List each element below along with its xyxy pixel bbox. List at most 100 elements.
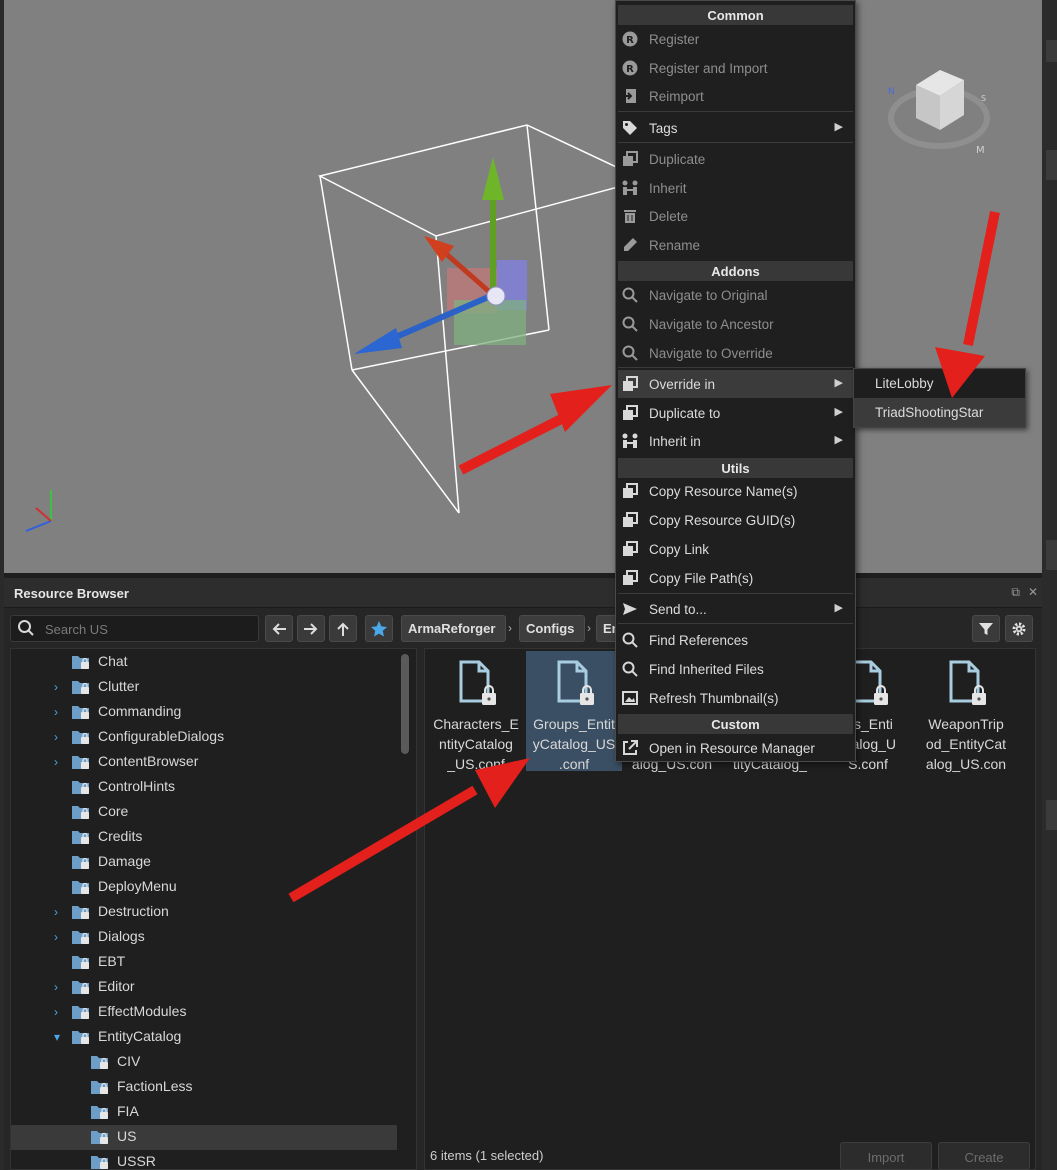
search-input[interactable] bbox=[45, 620, 245, 638]
menu-item-reimport[interactable]: Reimport bbox=[618, 82, 853, 110]
chevron-right-icon[interactable]: › bbox=[54, 1005, 64, 1019]
undock-icon[interactable]: ⧉ bbox=[1011, 585, 1020, 600]
resource-browser-panel: Resource Browser ⧉ ✕ ArmaReforger › Conf… bbox=[4, 578, 1042, 1170]
breadcrumb-armareforger[interactable]: ArmaReforger bbox=[401, 615, 506, 642]
tree-item[interactable]: › Editor bbox=[11, 975, 397, 1000]
menu-item-copy-file-path[interactable]: Copy File Path(s) bbox=[618, 564, 853, 592]
filter-button[interactable] bbox=[972, 615, 1000, 642]
menu-item-register[interactable]: R Register bbox=[618, 25, 853, 53]
menu-item-navigate-override[interactable]: Navigate to Override bbox=[618, 339, 853, 367]
forward-button[interactable] bbox=[297, 615, 325, 642]
menu-item-copy-resource-name[interactable]: Copy Resource Name(s) bbox=[618, 477, 853, 505]
tree-item[interactable]: › ConfigurableDialogs bbox=[11, 725, 397, 750]
menu-item-open-resource-manager[interactable]: Open in Resource Manager bbox=[618, 734, 853, 762]
copy-icon bbox=[623, 483, 638, 498]
menu-item-navigate-original[interactable]: Navigate to Original bbox=[618, 281, 853, 309]
menu-item-find-references[interactable]: Find References bbox=[618, 626, 853, 654]
up-button[interactable] bbox=[329, 615, 357, 642]
tree-item[interactable]: FIA bbox=[11, 1100, 397, 1125]
inherit-icon bbox=[622, 433, 638, 448]
tree-scrollbar[interactable] bbox=[401, 654, 409, 754]
svg-text:R: R bbox=[626, 35, 634, 46]
back-button[interactable] bbox=[265, 615, 293, 642]
svg-text:S: S bbox=[981, 94, 986, 103]
menu-item-override-in[interactable]: Override in ▶ bbox=[618, 370, 853, 398]
menu-item-rename[interactable]: Rename bbox=[618, 231, 853, 259]
tree-item[interactable]: › Dialogs bbox=[11, 925, 397, 950]
menu-item-navigate-ancestor[interactable]: Navigate to Ancestor bbox=[618, 310, 853, 338]
menu-item-tags[interactable]: Tags ▶ bbox=[618, 114, 853, 142]
submenu-item-triadshootingstar[interactable]: TriadShootingStar bbox=[854, 398, 1025, 427]
menu-item-send-to[interactable]: Send to... ▶ bbox=[618, 595, 853, 623]
chevron-right-icon[interactable]: › bbox=[54, 980, 64, 994]
tree-item[interactable]: › Commanding bbox=[11, 700, 397, 725]
tree-item[interactable]: USSR bbox=[11, 1150, 397, 1169]
menu-item-duplicate[interactable]: Duplicate bbox=[618, 145, 853, 173]
chevron-right-icon[interactable]: › bbox=[54, 755, 64, 769]
tree-item[interactable]: US bbox=[11, 1125, 397, 1150]
section-custom: Custom bbox=[618, 714, 853, 734]
config-file-icon bbox=[949, 660, 986, 705]
chevron-down-icon[interactable]: ▾ bbox=[54, 1030, 64, 1044]
tree-item-label: ContentBrowser bbox=[98, 753, 199, 769]
right-edge-tab[interactable] bbox=[1046, 150, 1057, 180]
chevron-right-icon[interactable]: › bbox=[54, 930, 64, 944]
tree-item[interactable]: EBT bbox=[11, 950, 397, 975]
menu-item-delete[interactable]: Delete bbox=[618, 202, 853, 230]
orientation-cube-icon[interactable]: N M S bbox=[888, 70, 990, 156]
right-edge-tab[interactable] bbox=[1046, 40, 1057, 62]
tree-item[interactable]: › Clutter bbox=[11, 675, 397, 700]
file-item[interactable]: Groups_Entit yCatalog_US .conf bbox=[526, 651, 622, 772]
tree-item[interactable]: ▾ EntityCatalog bbox=[11, 1025, 397, 1050]
tree-item[interactable]: › Destruction bbox=[11, 900, 397, 925]
menu-item-copy-link[interactable]: Copy Link bbox=[618, 535, 853, 563]
gizmo-arrow-y[interactable] bbox=[482, 157, 504, 200]
menu-item-inherit-in[interactable]: Inherit in ▶ bbox=[618, 427, 853, 455]
trash-icon bbox=[624, 210, 636, 223]
search-box[interactable] bbox=[10, 615, 259, 642]
file-item[interactable]: Characters_E ntityCatalog _US.conf bbox=[428, 651, 524, 772]
create-button[interactable]: Create bbox=[938, 1142, 1030, 1170]
tree-item[interactable]: Core bbox=[11, 800, 397, 825]
gizmo-center[interactable] bbox=[486, 286, 506, 306]
file-item[interactable]: WeaponTrip od_EntityCat alog_US.con bbox=[918, 651, 1014, 772]
arrow-right-icon bbox=[304, 622, 318, 635]
folder-icon bbox=[91, 1081, 108, 1094]
tree-item-label: EBT bbox=[98, 953, 126, 969]
tree-item-label: FactionLess bbox=[117, 1078, 193, 1094]
import-button[interactable]: Import bbox=[840, 1142, 932, 1170]
menu-item-register-import[interactable]: R Register and Import bbox=[618, 54, 853, 82]
chevron-right-icon[interactable]: › bbox=[54, 730, 64, 744]
favorites-button[interactable] bbox=[365, 615, 393, 642]
scene-viewport[interactable]: N M S bbox=[4, 0, 1042, 573]
tree-item[interactable]: Chat bbox=[11, 650, 397, 675]
breadcrumb-separator-icon: › bbox=[587, 621, 591, 635]
menu-item-find-inherited[interactable]: Find Inherited Files bbox=[618, 655, 853, 683]
copy-icon bbox=[623, 570, 638, 585]
menu-item-inherit[interactable]: Inherit bbox=[618, 174, 853, 202]
right-edge-tab[interactable] bbox=[1046, 540, 1057, 570]
chevron-right-icon[interactable]: › bbox=[54, 705, 64, 719]
tree-item-label: Editor bbox=[98, 978, 135, 994]
tree-item[interactable]: FactionLess bbox=[11, 1075, 397, 1100]
search-icon bbox=[622, 316, 638, 332]
menu-item-copy-resource-guid[interactable]: Copy Resource GUID(s) bbox=[618, 506, 853, 534]
settings-button[interactable] bbox=[1005, 615, 1033, 642]
menu-item-duplicate-to[interactable]: Duplicate to ▶ bbox=[618, 399, 853, 427]
breadcrumb-configs[interactable]: Configs bbox=[519, 615, 585, 642]
tree-item[interactable]: › ContentBrowser bbox=[11, 750, 397, 775]
chevron-right-icon[interactable]: › bbox=[54, 680, 64, 694]
close-icon[interactable]: ✕ bbox=[1028, 585, 1038, 600]
tree-item[interactable]: ControlHints bbox=[11, 775, 397, 800]
gizmo-arrow-z[interactable] bbox=[354, 328, 402, 354]
tree-item[interactable]: › EffectModules bbox=[11, 1000, 397, 1025]
chevron-right-icon[interactable]: › bbox=[54, 905, 64, 919]
folder-tree[interactable]: Chat › Clutter › Commanding › ConfigurableDial… bbox=[10, 648, 417, 1170]
tree-item[interactable]: DeployMenu bbox=[11, 875, 397, 900]
menu-item-refresh-thumbnail[interactable]: Refresh Thumbnail(s) bbox=[618, 684, 853, 712]
tree-item[interactable]: Damage bbox=[11, 850, 397, 875]
tree-item[interactable]: Credits bbox=[11, 825, 397, 850]
submenu-item-litelobby[interactable]: LiteLobby bbox=[854, 369, 1025, 398]
right-edge-tab[interactable] bbox=[1046, 800, 1057, 830]
tree-item[interactable]: CIV bbox=[11, 1050, 397, 1075]
